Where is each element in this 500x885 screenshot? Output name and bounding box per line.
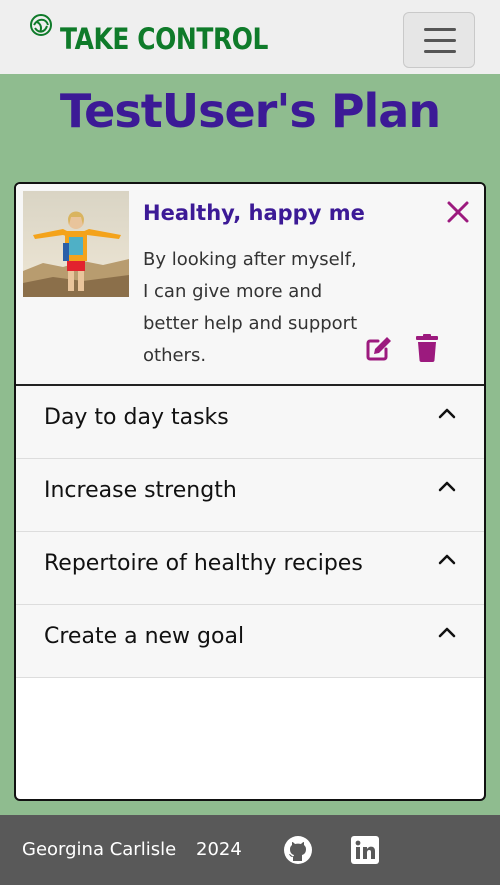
goal-label: Day to day tasks bbox=[44, 405, 229, 430]
vision-image bbox=[23, 191, 129, 297]
goal-item-healthy-recipes[interactable]: Repertoire of healthy recipes bbox=[16, 532, 484, 605]
goals-accordion: Day to day tasks Increase strength Reper… bbox=[16, 386, 484, 678]
chevron-up-icon[interactable] bbox=[438, 406, 456, 420]
footer-author: Georgina Carlisle bbox=[22, 839, 177, 860]
goal-item-create-new-goal[interactable]: Create a new goal bbox=[16, 605, 484, 678]
leaf-swirl-icon bbox=[30, 14, 52, 36]
woman-arms-outstretched-photo bbox=[23, 191, 129, 297]
vision-title: Healthy, happy me bbox=[143, 201, 365, 225]
goal-item-increase-strength[interactable]: Increase strength bbox=[16, 459, 484, 532]
goal-label: Increase strength bbox=[44, 478, 237, 503]
brand-name: TAKE CONTROL bbox=[60, 22, 268, 56]
edit-icon[interactable] bbox=[366, 335, 392, 361]
goal-label: Create a new goal bbox=[44, 624, 245, 649]
linkedin-icon[interactable] bbox=[351, 836, 379, 864]
vision-card: Healthy, happy me By looking after mysel… bbox=[16, 184, 484, 386]
plan-card: Healthy, happy me By looking after mysel… bbox=[14, 182, 486, 801]
footer: Georgina Carlisle 2024 bbox=[0, 815, 500, 885]
github-icon[interactable] bbox=[283, 835, 313, 865]
chevron-up-icon[interactable] bbox=[438, 625, 456, 639]
goal-item-day-to-day-tasks[interactable]: Day to day tasks bbox=[16, 386, 484, 459]
hamburger-menu-icon bbox=[424, 28, 456, 31]
chevron-up-icon[interactable] bbox=[438, 552, 456, 566]
trash-icon[interactable] bbox=[416, 334, 438, 362]
hamburger-menu-icon bbox=[424, 50, 456, 53]
footer-year: 2024 bbox=[196, 839, 242, 860]
menu-toggle-button[interactable] bbox=[403, 12, 475, 68]
vision-description: By looking after myself, I can give more… bbox=[143, 249, 358, 366]
hamburger-menu-icon bbox=[424, 39, 456, 42]
navbar: TAKE CONTROL bbox=[0, 0, 500, 74]
close-icon[interactable] bbox=[446, 200, 470, 224]
chevron-up-icon[interactable] bbox=[438, 479, 456, 493]
goal-label: Repertoire of healthy recipes bbox=[44, 551, 363, 576]
brand-link[interactable]: TAKE CONTROL bbox=[28, 12, 302, 62]
page-title: TestUser's Plan bbox=[59, 84, 441, 138]
